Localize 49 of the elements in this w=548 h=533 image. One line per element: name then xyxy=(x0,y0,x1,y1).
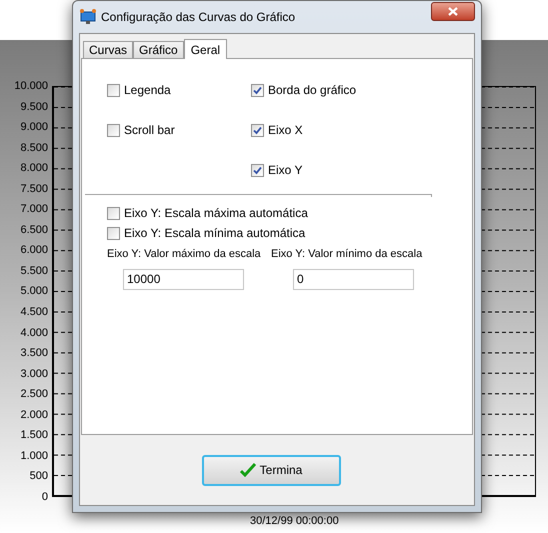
tab[interactable]: Geral xyxy=(184,39,228,59)
checkbox[interactable] xyxy=(107,226,120,240)
finish-button[interactable]: Termina xyxy=(202,454,340,486)
checkbox[interactable] xyxy=(251,124,264,136)
axis-label: 1.500 xyxy=(20,429,48,442)
checkbox-label: Borda do gráfico xyxy=(268,82,356,99)
checkbox-label: Eixo Y xyxy=(268,162,302,179)
axis-label: 5.000 xyxy=(20,285,48,298)
checkbox[interactable] xyxy=(107,206,120,220)
tab[interactable]: Curvas xyxy=(83,41,134,58)
axis-label: 1.000 xyxy=(20,450,48,462)
monitor-icon xyxy=(80,9,96,25)
axis-label: 10.000 xyxy=(14,80,48,92)
axis-label: 6.500 xyxy=(20,224,48,236)
field-label: Eixo Y: Valor máximo da escala xyxy=(107,247,262,262)
axis-label: 4.000 xyxy=(20,326,48,339)
axis-label: 3.000 xyxy=(20,368,48,380)
checkbox[interactable] xyxy=(107,84,120,96)
axis-label: 8.000 xyxy=(20,162,48,174)
checkmark-icon xyxy=(240,463,256,477)
input-field[interactable]: 0 xyxy=(293,268,414,290)
window-title: Configuração das Curvas do Gráfico xyxy=(101,9,296,26)
checkbox-label: Eixo X xyxy=(268,122,303,139)
checkbox-label: Eixo Y: Escala mínima automática xyxy=(124,225,306,242)
checkbox[interactable] xyxy=(107,124,120,136)
tab[interactable]: Gráfico xyxy=(133,41,184,58)
input-field[interactable]: 10000 xyxy=(123,268,244,290)
axis-label: 3.500 xyxy=(20,347,48,360)
axis-label: 500 xyxy=(30,470,48,482)
checkbox-label: Eixo Y: Escala máxima automática xyxy=(124,205,308,222)
axis-label: 7.000 xyxy=(20,203,48,216)
axis-label: 6.000 xyxy=(20,244,48,256)
checkbox[interactable] xyxy=(251,164,264,176)
close-icon xyxy=(448,7,458,16)
axis-label: 30/12/99 00:00:00 xyxy=(250,515,339,527)
axis-label: 9.500 xyxy=(20,100,48,113)
field-label: Eixo Y: Valor mínimo da escala xyxy=(271,247,424,262)
checkbox-label: Legenda xyxy=(124,82,171,99)
axis-label: 9.000 xyxy=(20,121,48,134)
close-button[interactable] xyxy=(431,2,475,21)
axis-label: 7.500 xyxy=(20,182,48,195)
axis-label: 2.500 xyxy=(20,388,48,400)
checkbox[interactable] xyxy=(251,84,264,96)
axis-label: 4.500 xyxy=(20,306,48,318)
axis-label: 2.000 xyxy=(20,408,48,421)
axis-label: 5.500 xyxy=(20,264,48,277)
axis-label: 8.500 xyxy=(20,142,48,154)
axis-label: 0 xyxy=(42,490,48,503)
checkbox-label: Scroll bar xyxy=(124,122,175,139)
